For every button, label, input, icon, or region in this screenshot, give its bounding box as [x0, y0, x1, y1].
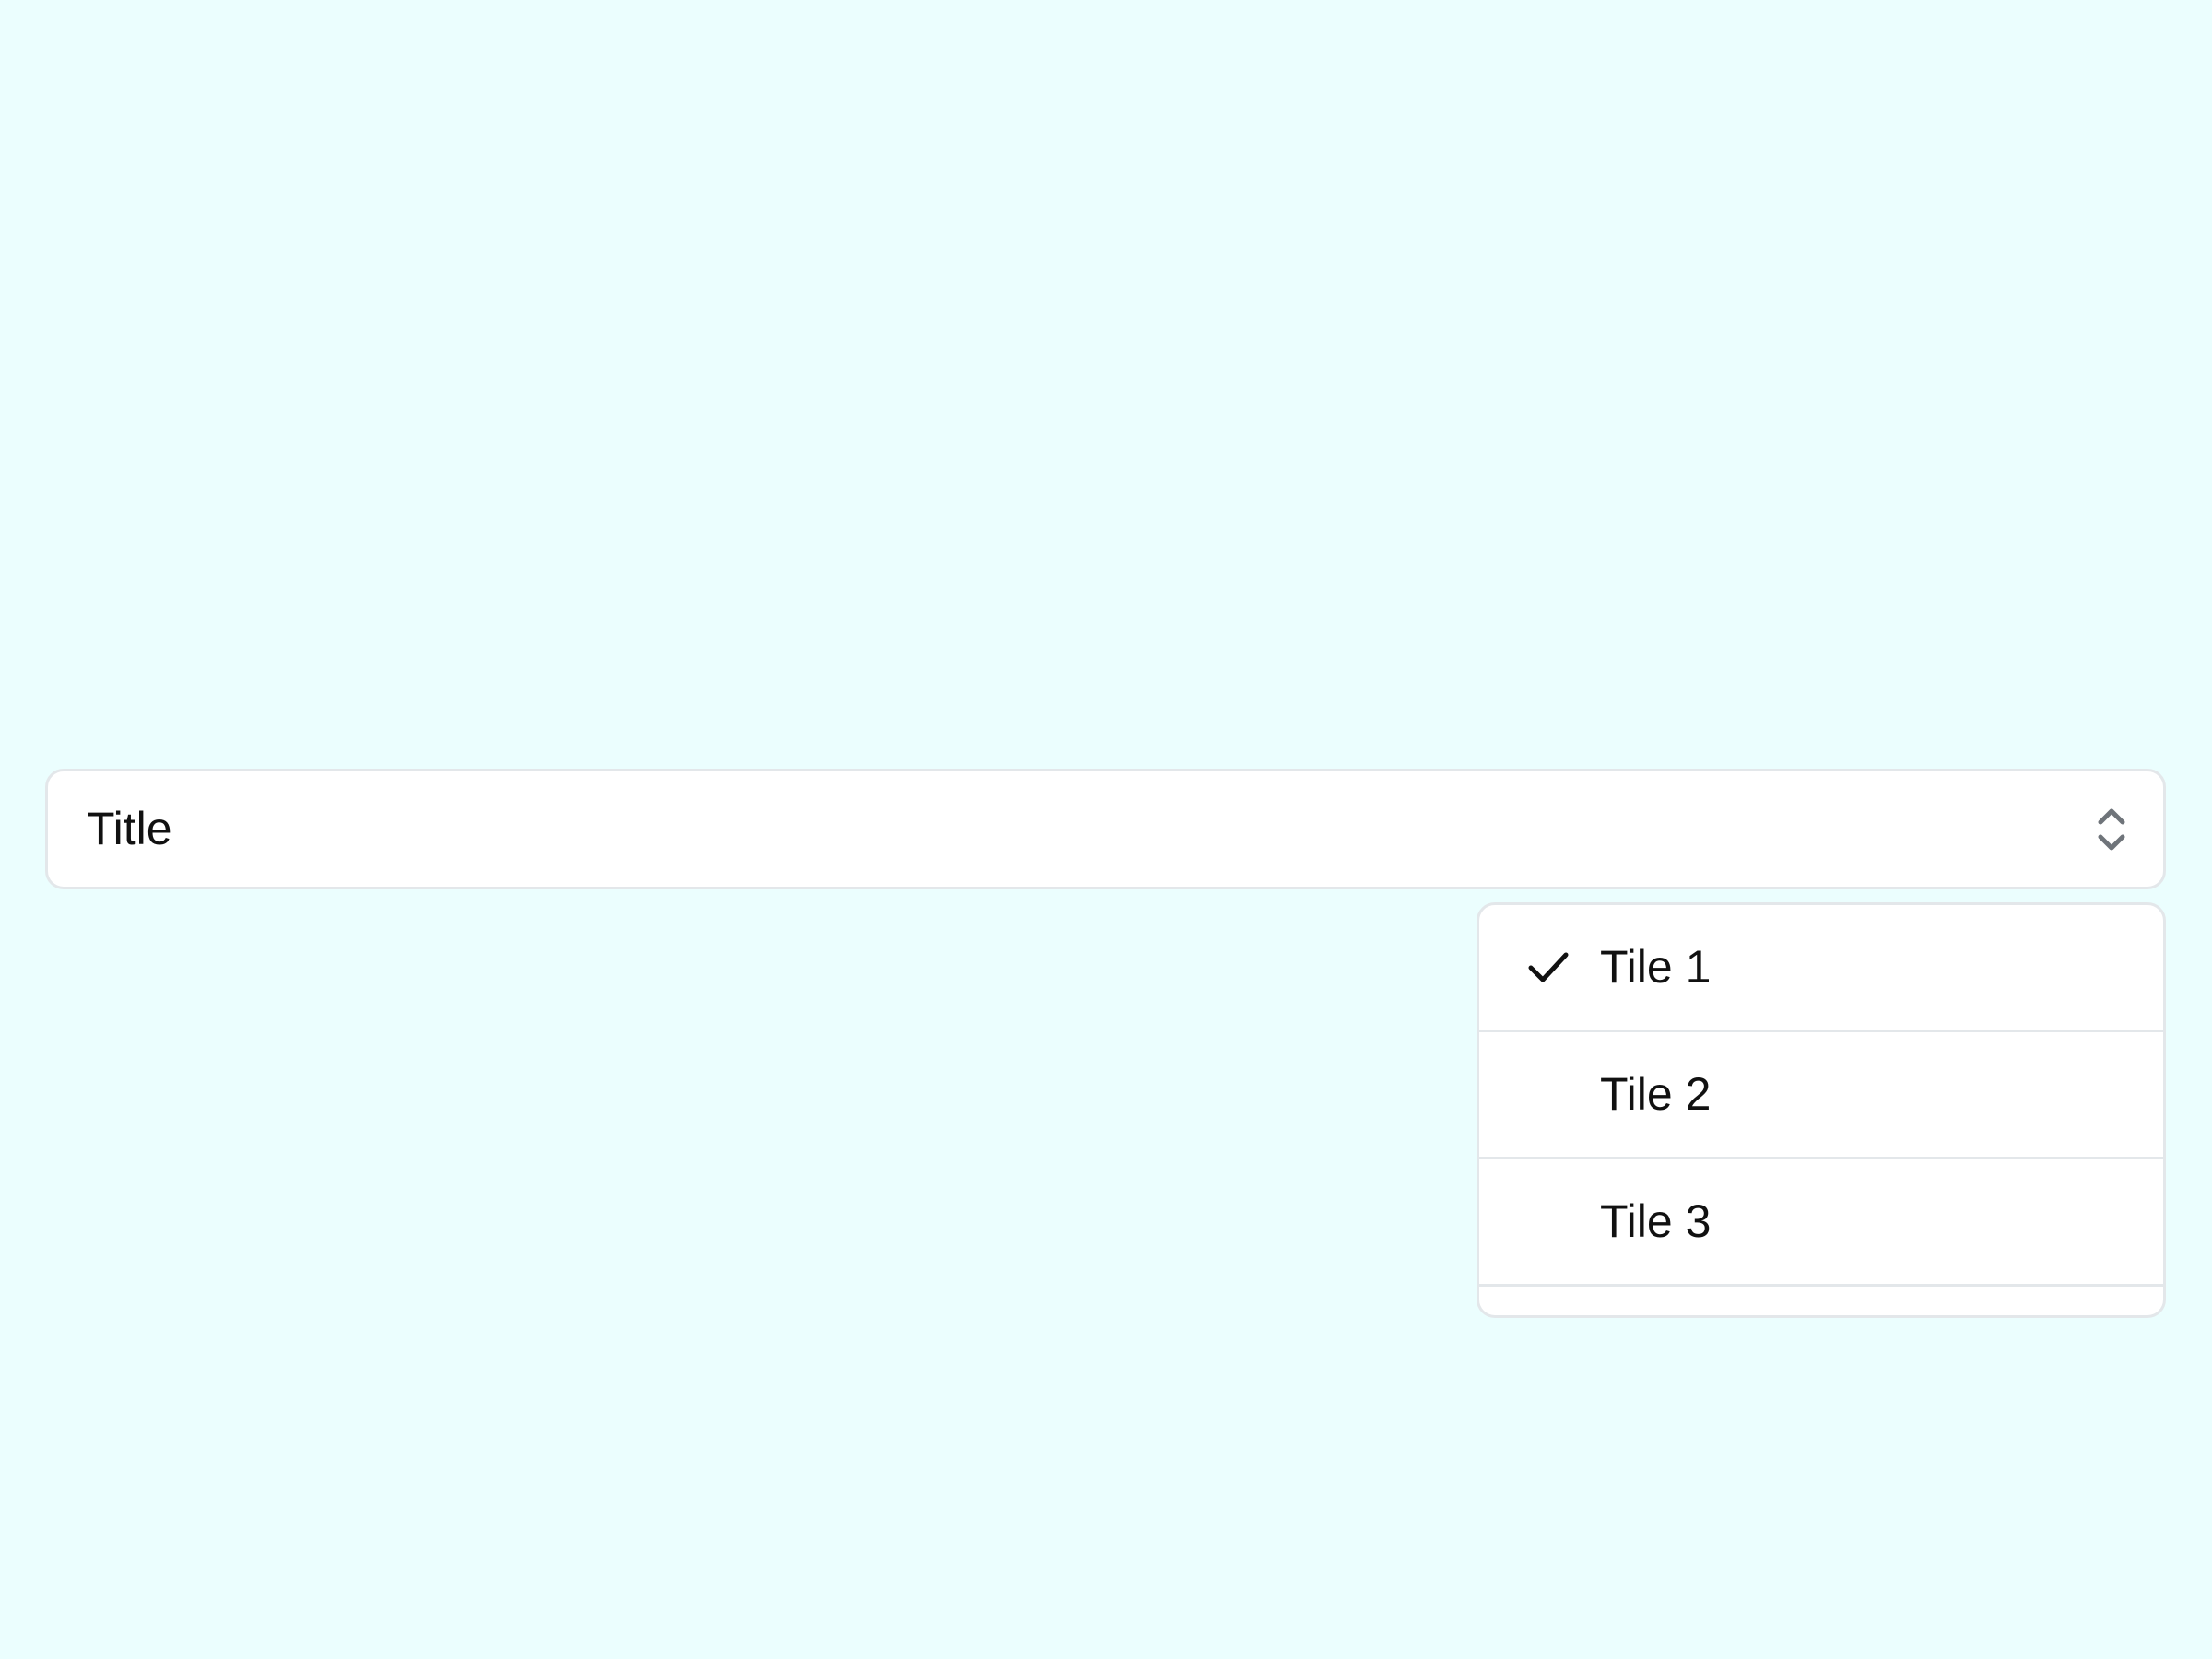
option-label: Tile 3	[1600, 1195, 1712, 1247]
option-tile-3[interactable]: Tile 3	[1479, 1159, 2163, 1287]
title-select[interactable]: Title	[45, 769, 2166, 889]
select-value: Title	[87, 803, 172, 854]
option-tile-2[interactable]: Tile 2	[1479, 1032, 2163, 1159]
option-label: Tile 2	[1600, 1068, 1712, 1120]
check-icon	[1527, 949, 1570, 986]
option-label: Tile 1	[1600, 941, 1712, 993]
option-tile-1[interactable]: Tile 1	[1479, 905, 2163, 1032]
select-dropdown: Tile 1 Tile 2 Tile 3	[1477, 902, 2166, 1318]
chevron-up-down-icon	[2093, 806, 2130, 853]
